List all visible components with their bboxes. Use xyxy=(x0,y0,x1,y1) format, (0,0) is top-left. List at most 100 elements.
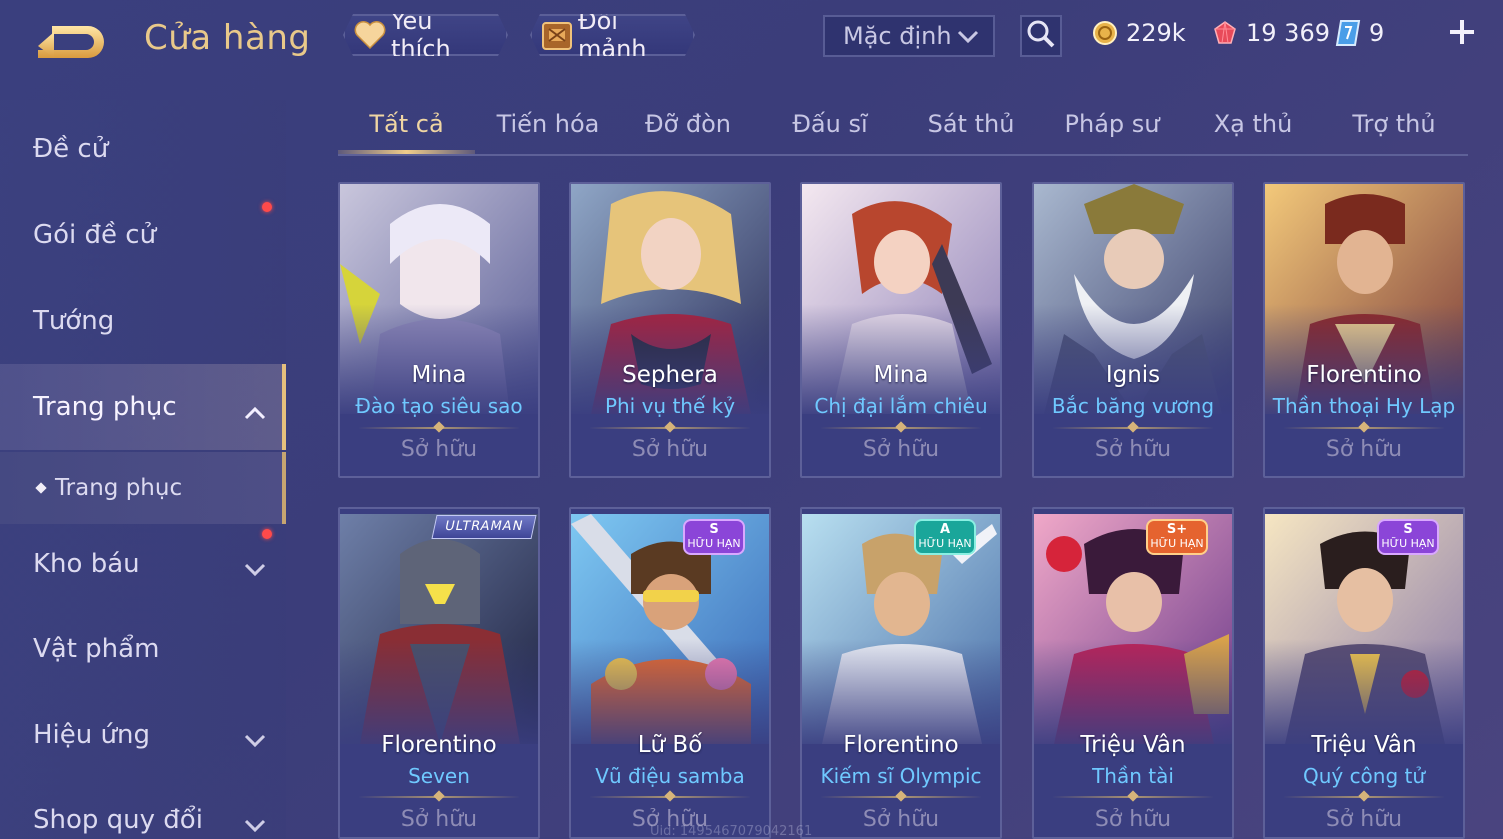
owned-status: Sở hữu xyxy=(1325,437,1403,462)
sidebar-item-treasure[interactable]: Kho báu xyxy=(0,528,286,600)
user-id-watermark: Uid: 1495467079042161 xyxy=(650,824,813,839)
skin-card[interactable]: Florentino Thần thoại Hy Lạp Sở hữu xyxy=(1263,182,1465,478)
skin-card[interactable]: S HỮU HẠN Lữ Bố Vũ điệu samba Sở hữu xyxy=(569,507,771,839)
sidebar-item-skins[interactable]: Trang phục xyxy=(0,364,286,450)
skin-card[interactable]: S HỮU HẠN Triệu Vân Quý công tử Sở hữu xyxy=(1263,507,1465,839)
skin-card[interactable]: Sephera Phi vụ thế kỷ Sở hữu xyxy=(569,182,771,478)
sort-value: Mặc định xyxy=(843,22,952,50)
skin-card[interactable]: Mina Chị đại lắm chiêu Sở hữu xyxy=(800,182,1002,478)
favorites-button[interactable]: Yêu thích xyxy=(343,14,508,56)
sidebar-item-label: Trang phục xyxy=(55,475,183,501)
owned-status: Sở hữu xyxy=(631,437,709,462)
sidebar-item-label: Kho báu xyxy=(33,549,140,579)
sidebar-item-featured[interactable]: Đề cử xyxy=(0,113,286,185)
owned-status: Sở hữu xyxy=(400,807,478,832)
rank-badge-splus: S+ HỮU HẠN xyxy=(1146,519,1208,555)
badge-limited: HỮU HẠN xyxy=(918,537,972,550)
skin-card[interactable]: ULTRAMAN Florentino Seven Sở hữu xyxy=(338,507,540,839)
tab-marksman[interactable]: Xạ thủ xyxy=(1183,110,1323,138)
skin-name: Seven xyxy=(408,764,470,788)
sidebar-item-items[interactable]: Vật phẩm xyxy=(0,613,286,685)
badge-rank: S xyxy=(709,522,719,537)
exchange-fragments-button[interactable]: Đổi mảnh xyxy=(530,14,695,56)
tab-support[interactable]: Trợ thủ xyxy=(1324,110,1464,138)
sidebar-item-label: Hiệu ứng xyxy=(33,720,150,750)
sidebar-item-label: Đề cử xyxy=(33,134,109,164)
owned-status: Sở hữu xyxy=(1094,437,1172,462)
ruby-gem-icon xyxy=(1210,18,1240,48)
rank-badge-s: S HỮU HẠN xyxy=(683,519,745,555)
badge-limited: HỮU HẠN xyxy=(1381,537,1435,550)
chevron-down-icon xyxy=(244,725,266,748)
exchange-label: Đổi mảnh xyxy=(578,7,647,63)
gem-amount: 19 369 xyxy=(1246,19,1330,47)
skin-name: Vũ điệu samba xyxy=(595,764,745,788)
sidebar-item-featured-bundles[interactable]: Gói đề cử xyxy=(0,199,286,271)
owned-status: Sở hữu xyxy=(862,807,940,832)
badge-rank: S+ xyxy=(1166,522,1188,537)
search-icon xyxy=(1026,19,1056,53)
hero-name: Ignis xyxy=(1105,362,1161,388)
heart-icon xyxy=(353,18,387,52)
sidebar-item-effects[interactable]: Hiệu ứng xyxy=(0,699,286,771)
chevron-up-icon xyxy=(244,397,266,420)
voucher-currency: 9 xyxy=(1333,16,1384,50)
owned-status: Sở hữu xyxy=(1325,807,1403,832)
gem-currency: 19 369 xyxy=(1210,16,1330,50)
hero-name: Florentino xyxy=(381,732,497,758)
tab-assassin[interactable]: Sát thủ xyxy=(901,110,1041,138)
fragment-chest-icon xyxy=(540,18,574,52)
chevron-down-icon xyxy=(957,22,979,50)
skin-name: Phi vụ thế kỷ xyxy=(604,394,736,418)
skin-name: Quý công tử xyxy=(1302,764,1426,788)
back-arrow-icon[interactable] xyxy=(30,18,112,62)
diamond-bullet-icon xyxy=(35,482,47,494)
notification-dot xyxy=(262,529,272,539)
skin-card[interactable]: Ignis Bắc băng vương Sở hữu xyxy=(1032,182,1234,478)
tab-all[interactable]: Tất cả xyxy=(338,110,475,138)
skin-card[interactable]: S+ HỮU HẠN Triệu Vân Thần tài Sở hữu xyxy=(1032,507,1234,839)
hero-name: Sephera xyxy=(622,362,718,388)
skin-name: Bắc băng vương xyxy=(1051,394,1215,418)
skin-name: Thần thoại Hy Lạp xyxy=(1272,394,1456,418)
favorites-label: Yêu thích xyxy=(391,7,451,63)
voucher-amount: 9 xyxy=(1369,19,1385,47)
sidebar-subitem-skins[interactable]: Trang phục xyxy=(0,452,286,524)
voucher-card-icon xyxy=(1333,18,1363,48)
hero-name: Triệu Vân xyxy=(1311,732,1417,758)
role-tabs: Tất cả Tiến hóa Đỡ đòn Đấu sĩ Sát thủ Ph… xyxy=(338,100,1468,156)
gold-amount: 229k xyxy=(1126,19,1186,47)
sidebar-item-label: Trang phục xyxy=(33,392,177,422)
sidebar-item-label: Tướng xyxy=(33,306,115,336)
add-currency-button[interactable] xyxy=(1444,14,1480,50)
active-tab-underline xyxy=(338,150,475,154)
hero-name: Triệu Vân xyxy=(1080,732,1186,758)
hero-name: Lữ Bố xyxy=(637,732,703,758)
skin-card[interactable]: A HỮU HẠN Florentino Kiếm sĩ Olympic Sở h… xyxy=(800,507,1002,839)
notification-dot xyxy=(262,202,272,212)
hero-name: Mina xyxy=(411,362,467,388)
page-title: Cửa hàng xyxy=(144,18,311,58)
tab-mage[interactable]: Pháp sư xyxy=(1042,110,1182,138)
chevron-down-icon xyxy=(244,554,266,577)
sidebar-item-label: Gói đề cử xyxy=(33,220,157,250)
gold-coin-icon xyxy=(1090,18,1120,48)
hero-name: Florentino xyxy=(1306,362,1422,388)
sidebar-item-exchange-shop[interactable]: Shop quy đổi xyxy=(0,784,286,839)
gold-currency: 229k xyxy=(1090,16,1186,50)
search-button[interactable] xyxy=(1020,15,1062,57)
plus-icon xyxy=(1450,20,1474,44)
ultraman-badge: ULTRAMAN xyxy=(431,515,537,539)
sidebar-item-heroes[interactable]: Tướng xyxy=(0,285,286,357)
skin-name: Kiếm sĩ Olympic xyxy=(820,764,982,788)
badge-limited: HỮU HẠN xyxy=(687,537,741,550)
chevron-down-icon xyxy=(244,810,266,833)
tab-fighter[interactable]: Đấu sĩ xyxy=(760,110,900,138)
sort-dropdown[interactable]: Mặc định xyxy=(823,15,995,57)
badge-rank: S xyxy=(1403,522,1413,537)
skin-name: Chị đại lắm chiêu xyxy=(814,394,988,418)
tab-evolution[interactable]: Tiến hóa xyxy=(478,110,618,138)
owned-status: Sở hữu xyxy=(1094,807,1172,832)
skin-card[interactable]: Mina Đào tạo siêu sao Sở hữu xyxy=(338,182,540,478)
tab-tank[interactable]: Đỡ đòn xyxy=(618,110,758,138)
